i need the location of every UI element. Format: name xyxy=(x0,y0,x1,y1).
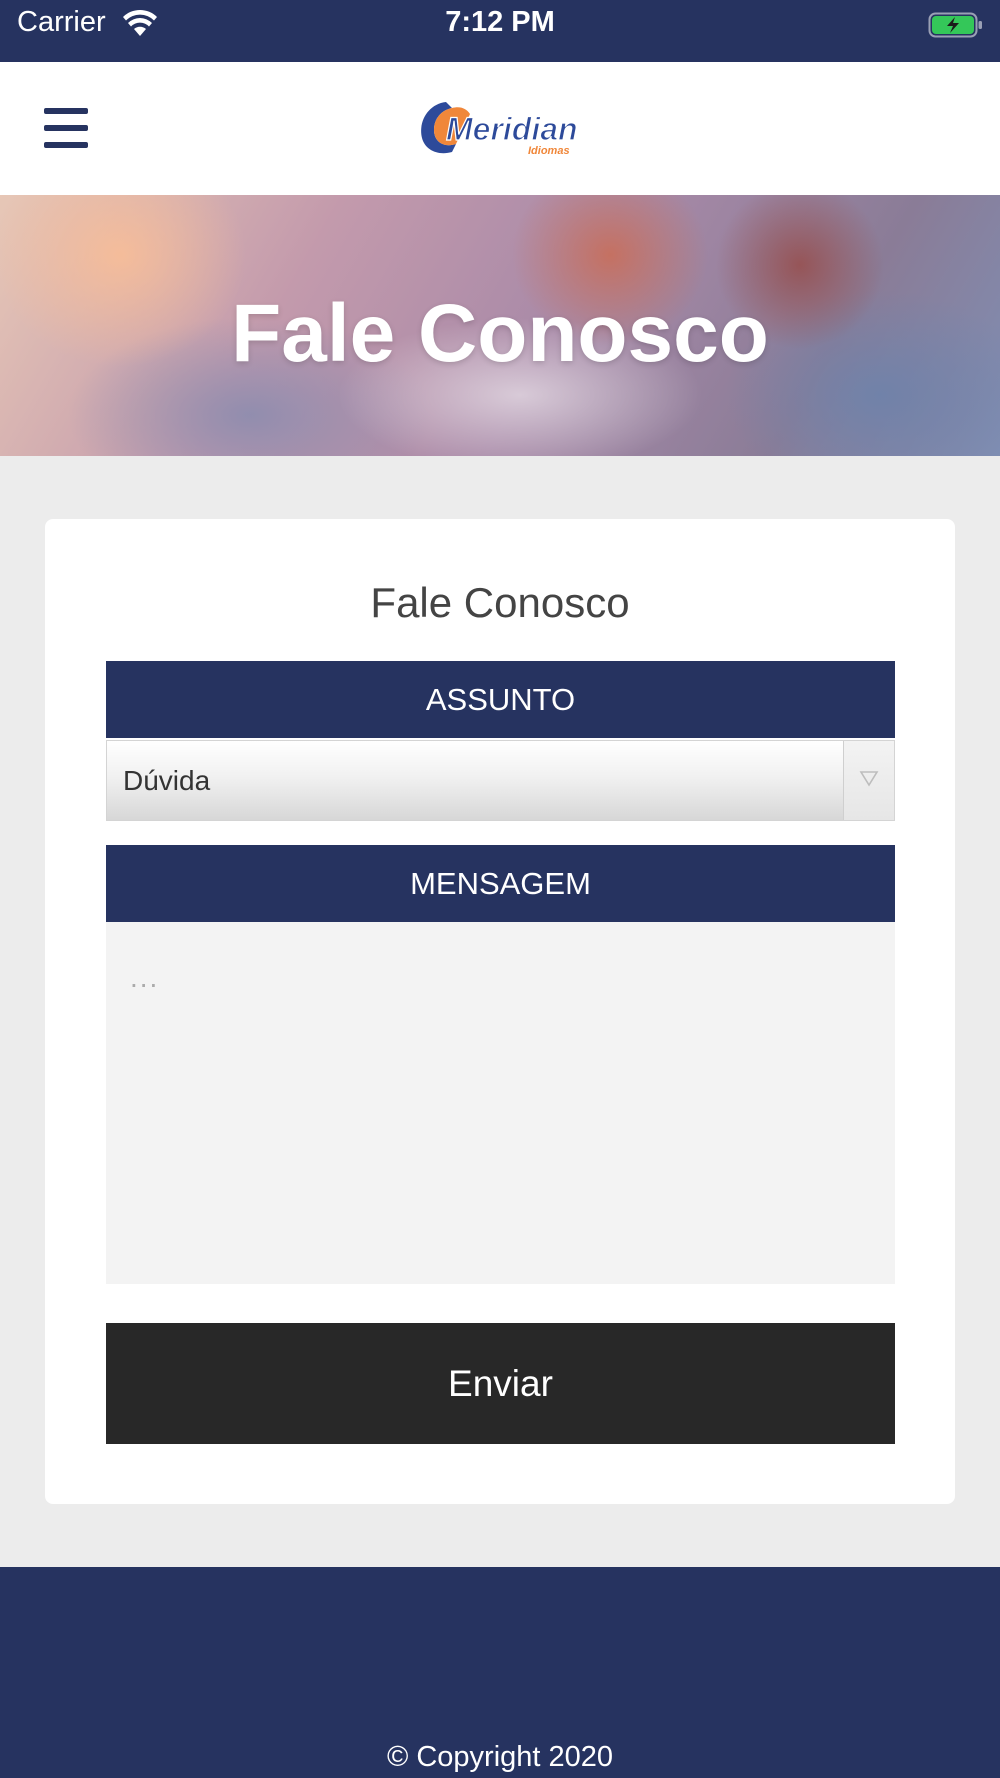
hero-title: Fale Conosco xyxy=(231,288,769,379)
contact-form-card: Fale Conosco ASSUNTO Dúvida MENSAGEM ...… xyxy=(45,519,955,1504)
form-title: Fale Conosco xyxy=(370,579,630,626)
chevron-down-icon xyxy=(859,771,879,787)
svg-text:Idiomas: Idiomas xyxy=(528,145,570,157)
subject-select-value: Dúvida xyxy=(123,765,211,796)
footer: © Copyright 2020 xyxy=(0,1567,1000,1778)
battery-icon xyxy=(928,12,982,38)
clock: 7:12 PM xyxy=(445,6,555,38)
message-placeholder: ... xyxy=(130,962,160,993)
copyright-text: © Copyright 2020 xyxy=(386,1741,614,1773)
hamburger-menu-icon[interactable] xyxy=(44,108,88,148)
hero-banner: Fale Conosco xyxy=(0,195,1000,456)
send-button[interactable]: Enviar xyxy=(106,1323,895,1444)
meridian-logo[interactable]: Meridian Idiomas xyxy=(416,96,584,162)
app-header: Meridian Idiomas xyxy=(0,62,1000,195)
subject-select[interactable]: Dúvida xyxy=(106,740,895,821)
message-textarea[interactable]: ... xyxy=(106,922,895,1284)
svg-text:Meridian: Meridian xyxy=(446,111,578,147)
status-bar: Carrier 7:12 PM xyxy=(0,0,1000,62)
subject-select-toggle[interactable] xyxy=(843,741,894,820)
message-label: MENSAGEM xyxy=(106,845,895,922)
subject-label: ASSUNTO xyxy=(106,661,895,738)
